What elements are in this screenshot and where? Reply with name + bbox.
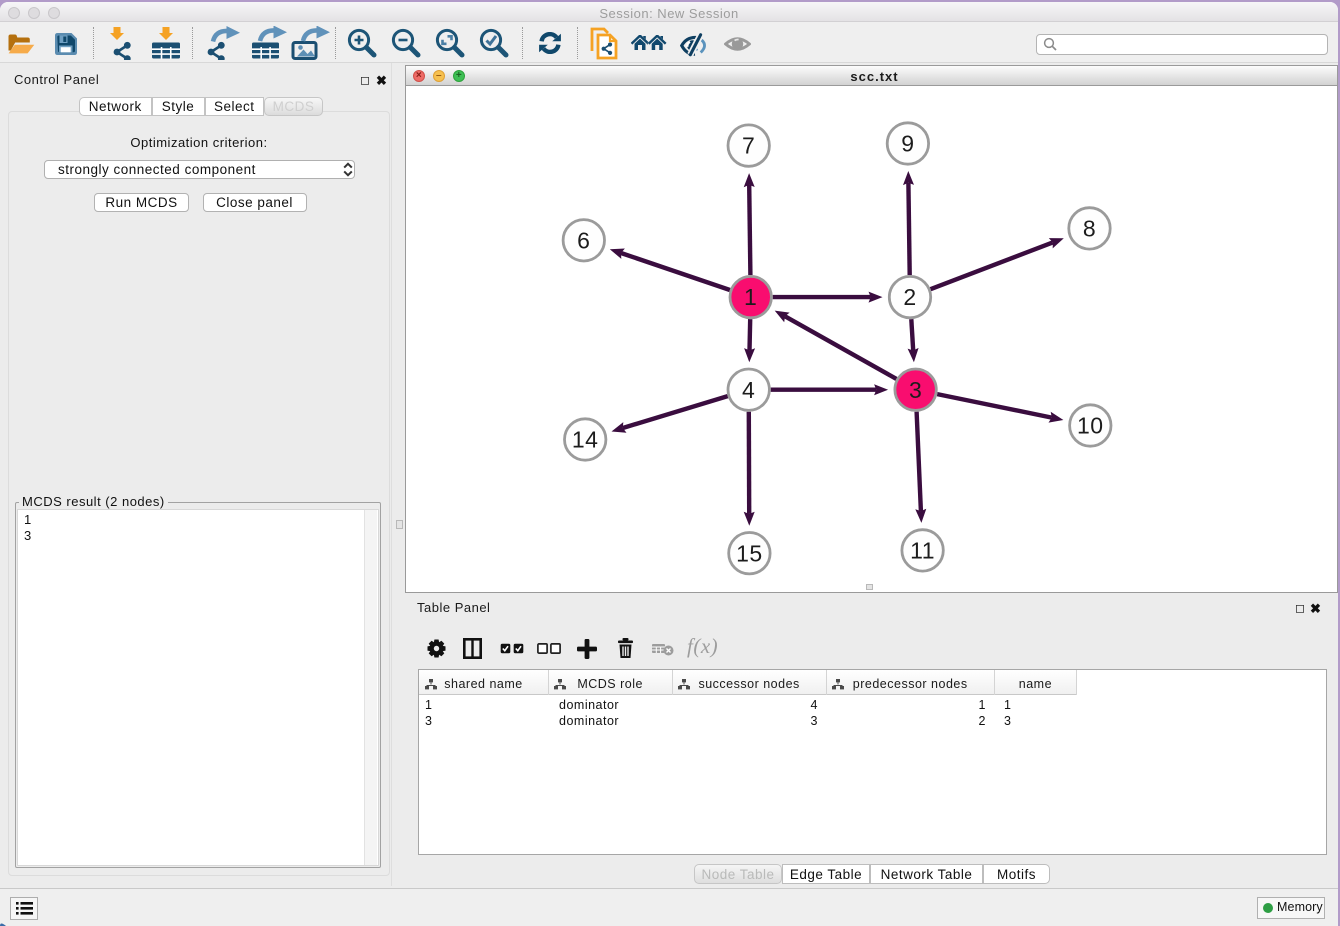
svg-text:4: 4 [742,377,755,403]
svg-text:10: 10 [1077,413,1104,439]
svg-text:6: 6 [577,227,590,253]
svg-text:15: 15 [736,540,763,566]
svg-text:8: 8 [1083,216,1096,242]
svg-text:11: 11 [910,538,935,564]
svg-text:3: 3 [909,377,922,403]
svg-text:7: 7 [742,133,755,159]
svg-text:1: 1 [744,284,757,310]
svg-text:9: 9 [901,131,914,157]
svg-text:2: 2 [903,284,916,310]
svg-text:14: 14 [572,427,599,453]
